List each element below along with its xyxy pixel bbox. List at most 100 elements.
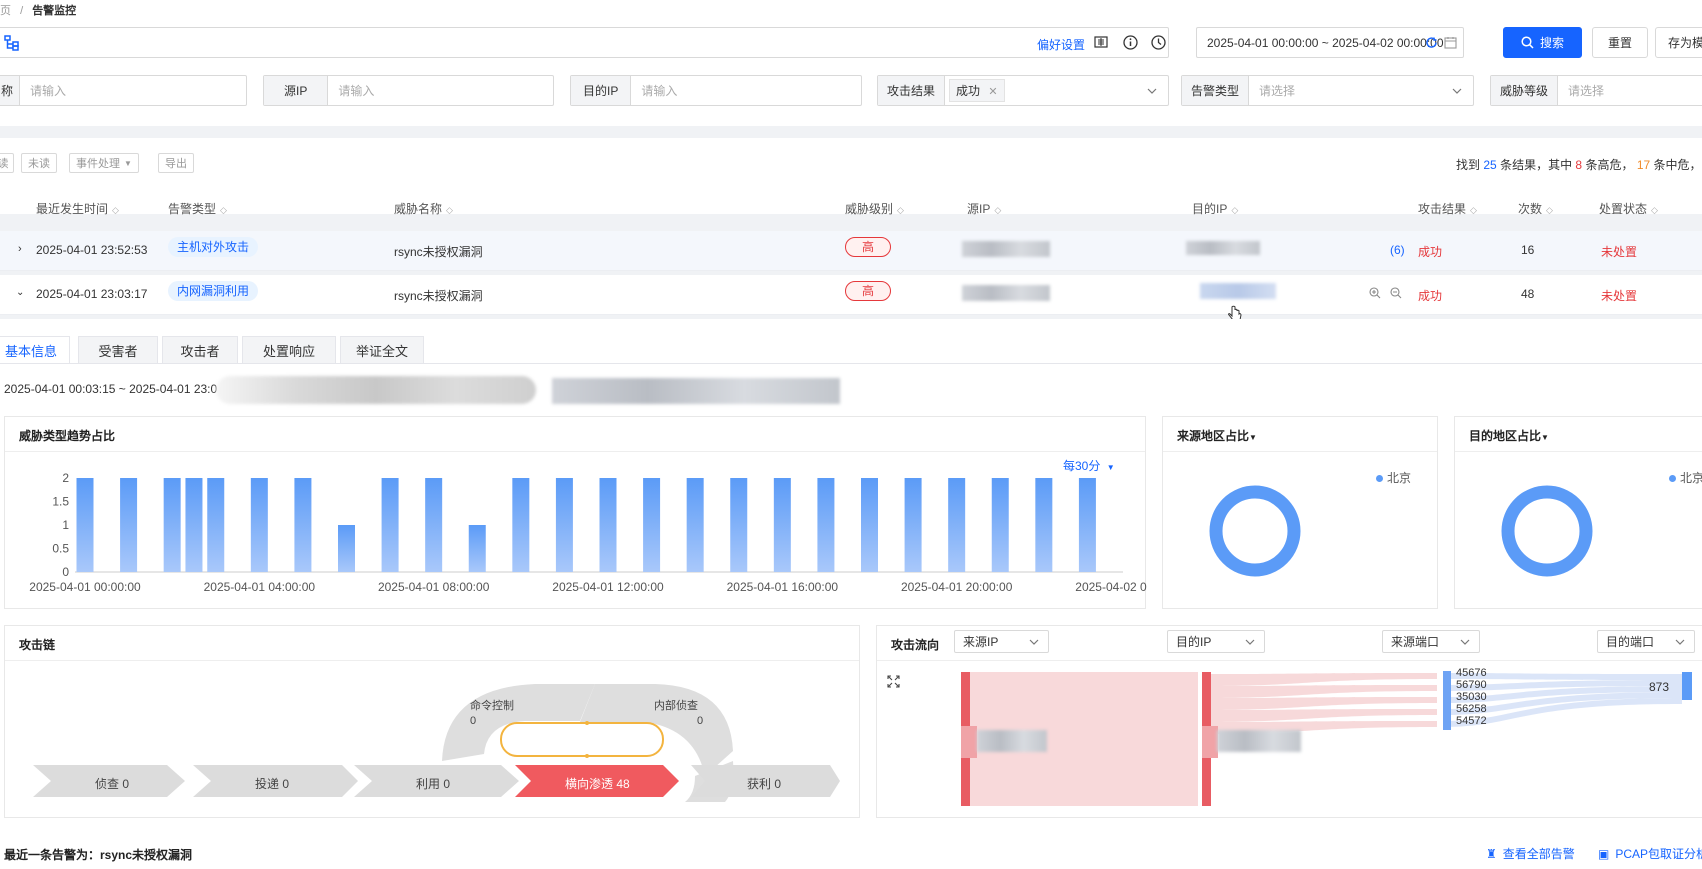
save-template-button[interactable]: 存为模 bbox=[1655, 27, 1702, 58]
high-count: 8 bbox=[1575, 158, 1583, 172]
zoom-out-icon[interactable] bbox=[1390, 287, 1402, 302]
attack-result-selected-tag[interactable]: 成功 ✕ bbox=[949, 79, 1005, 102]
calendar-icon[interactable] bbox=[1444, 36, 1457, 52]
col-time-header[interactable]: 最近发生时间 ◇ bbox=[36, 200, 119, 217]
col-result-header[interactable]: 攻击结果 ◇ bbox=[1418, 200, 1477, 217]
history-clock-icon[interactable] bbox=[1151, 35, 1166, 53]
col-status-header[interactable]: 处置状态 ◇ bbox=[1599, 200, 1658, 217]
chart-bar[interactable] bbox=[555, 478, 573, 572]
col-count-header[interactable]: 次数 ◇ bbox=[1518, 200, 1553, 217]
chart-bar[interactable] bbox=[207, 478, 225, 572]
chart-bar[interactable] bbox=[861, 478, 878, 572]
internal-recon-count: 0 bbox=[697, 715, 704, 727]
col-level-header[interactable]: 威胁级别 ◇ bbox=[845, 200, 904, 217]
x-tick-label: 2025-04-01 00:00:00 bbox=[29, 580, 141, 594]
dst-region-donut bbox=[1501, 485, 1593, 577]
chart-bar[interactable] bbox=[338, 525, 355, 572]
mark-read-button[interactable]: 读 bbox=[0, 153, 14, 173]
tree-icon[interactable] bbox=[4, 35, 20, 54]
pcap-analysis-link[interactable]: ▣ PCAP包取证分析 bbox=[1598, 845, 1702, 862]
stage-exploit-label[interactable]: 利用 0 bbox=[416, 775, 450, 792]
dst-region-legend: 北京 bbox=[1669, 469, 1702, 486]
dst-region-dropdown[interactable]: 目的地区占比▼ bbox=[1469, 427, 1549, 444]
layout-toggle-icon[interactable] bbox=[1094, 35, 1108, 52]
chart-bar[interactable] bbox=[1035, 478, 1053, 572]
src-region-legend: 北京 bbox=[1376, 469, 1411, 486]
reset-button[interactable]: 重置 bbox=[1592, 27, 1648, 58]
masked-detail-text bbox=[216, 376, 536, 404]
chart-bar[interactable] bbox=[686, 478, 704, 572]
alert-type-tag: 内网漏洞利用 bbox=[168, 281, 259, 301]
chart-bar[interactable] bbox=[294, 478, 312, 572]
src-region-dropdown[interactable]: 来源地区占比▼ bbox=[1177, 427, 1257, 444]
refresh-icon[interactable] bbox=[1425, 36, 1438, 52]
expand-chevron-icon[interactable]: › bbox=[18, 243, 22, 255]
col-name-header[interactable]: 威胁名称 ◇ bbox=[394, 200, 453, 217]
attack-result-filter-label: 攻击结果 bbox=[878, 76, 946, 105]
threat-name[interactable]: rsync未授权漏洞 bbox=[394, 243, 483, 260]
src-ip-filter[interactable]: 源IP 请输入 bbox=[263, 75, 554, 106]
chart-bar[interactable] bbox=[730, 478, 748, 572]
trend-panel: 威胁类型趋势占比 每30分 ▼ 0 0.5 1 1.5 2 2025-04-01 00:0… bbox=[4, 416, 1147, 609]
query-input[interactable]: 偏好设置 bbox=[0, 27, 1169, 58]
y-tick-label: 1.5 bbox=[52, 495, 69, 509]
chart-bar[interactable] bbox=[425, 478, 443, 572]
tab-response[interactable]: 处置响应 bbox=[242, 336, 336, 364]
chart-bar[interactable] bbox=[817, 478, 835, 572]
cmd-control-label: 命令控制 bbox=[470, 700, 514, 712]
search-button[interactable]: 搜索 bbox=[1503, 27, 1582, 58]
table-row[interactable]: ⌄ 2025-04-01 23:03:17 内网漏洞利用 rsync未授权漏洞 … bbox=[0, 275, 1702, 321]
stage-lateral-label[interactable]: 横向渗透 48 bbox=[565, 775, 630, 792]
dst-ip-count[interactable]: (6) bbox=[1390, 243, 1405, 257]
event-handle-dropdown[interactable]: 事件处理 ▼ bbox=[69, 153, 139, 173]
chart-bar[interactable] bbox=[512, 478, 530, 572]
caret-down-icon: ▼ bbox=[1541, 433, 1549, 442]
remove-tag-icon[interactable]: ✕ bbox=[988, 86, 997, 98]
table-row[interactable]: › 2025-04-01 23:52:53 主机对外攻击 rsync未授权漏洞 … bbox=[0, 231, 1702, 271]
time-range-picker[interactable]: 2025-04-01 00:00:00 ~ 2025-04-02 00:00:0… bbox=[1196, 27, 1464, 58]
export-button[interactable]: 导出 bbox=[158, 153, 194, 173]
masked-flow-src-ip bbox=[977, 730, 1047, 752]
chart-bar[interactable] bbox=[76, 478, 94, 572]
chart-bar[interactable] bbox=[120, 478, 138, 572]
chart-bar[interactable] bbox=[381, 478, 399, 572]
chart-bar[interactable] bbox=[468, 525, 486, 572]
tab-victim[interactable]: 受害者 bbox=[78, 336, 158, 364]
tab-attacker[interactable]: 攻击者 bbox=[162, 336, 238, 364]
zoom-in-icon[interactable] bbox=[1369, 287, 1381, 302]
threat-level-filter[interactable]: 威胁等级 请选择 bbox=[1490, 75, 1702, 106]
preference-settings-link[interactable]: 偏好设置 bbox=[1037, 36, 1085, 53]
chart-bar[interactable] bbox=[991, 478, 1009, 572]
chart-bar[interactable] bbox=[163, 478, 181, 572]
chart-bar[interactable] bbox=[773, 478, 791, 572]
chart-bar[interactable] bbox=[643, 478, 661, 572]
breadcrumb-home[interactable]: 页 bbox=[0, 5, 11, 17]
tab-basic-info[interactable]: 基本信息 bbox=[0, 336, 70, 364]
chart-bar[interactable] bbox=[904, 478, 922, 572]
chart-bar[interactable] bbox=[185, 478, 203, 572]
threat-name[interactable]: rsync未授权漏洞 bbox=[394, 287, 483, 304]
mark-unread-button[interactable]: 未读 bbox=[21, 153, 57, 173]
stage-recon-label[interactable]: 侦查 0 bbox=[95, 775, 129, 792]
chart-bar[interactable] bbox=[599, 478, 617, 572]
attack-flow-panel: 攻击流向 来源IP 目的IP 来源端口 目的端口 45676 56790 350… bbox=[876, 625, 1702, 818]
attack-result-filter[interactable]: 攻击结果 成功 ✕ bbox=[877, 75, 1169, 106]
chart-bar[interactable] bbox=[1078, 478, 1096, 572]
info-icon[interactable] bbox=[1123, 35, 1138, 53]
view-all-alerts-link[interactable]: ♜ 查看全部告警 bbox=[1486, 845, 1575, 862]
name-filter-placeholder: 请输入 bbox=[30, 84, 67, 98]
stage-profit-label[interactable]: 获利 0 bbox=[747, 775, 781, 792]
name-filter[interactable]: 称 请输入 bbox=[0, 75, 247, 106]
tab-evidence[interactable]: 举证全文 bbox=[340, 336, 424, 364]
alert-type-filter[interactable]: 告警类型 请选择 bbox=[1181, 75, 1474, 106]
stage-delivery-label[interactable]: 投递 0 bbox=[255, 775, 289, 792]
col-src-header[interactable]: 源IP ◇ bbox=[967, 200, 1001, 217]
chart-bar[interactable] bbox=[250, 478, 268, 572]
col-dst-header[interactable]: 目的IP ◇ bbox=[1192, 200, 1238, 217]
col-type-header[interactable]: 告警类型 ◇ bbox=[168, 200, 227, 217]
x-tick-label: 2025-04-02 00:00:00 bbox=[1075, 580, 1147, 594]
search-button-label: 搜索 bbox=[1539, 36, 1564, 50]
collapse-chevron-icon[interactable]: ⌄ bbox=[16, 287, 24, 298]
dst-ip-filter[interactable]: 目的IP 请输入 bbox=[570, 75, 862, 106]
chart-bar[interactable] bbox=[948, 478, 966, 572]
